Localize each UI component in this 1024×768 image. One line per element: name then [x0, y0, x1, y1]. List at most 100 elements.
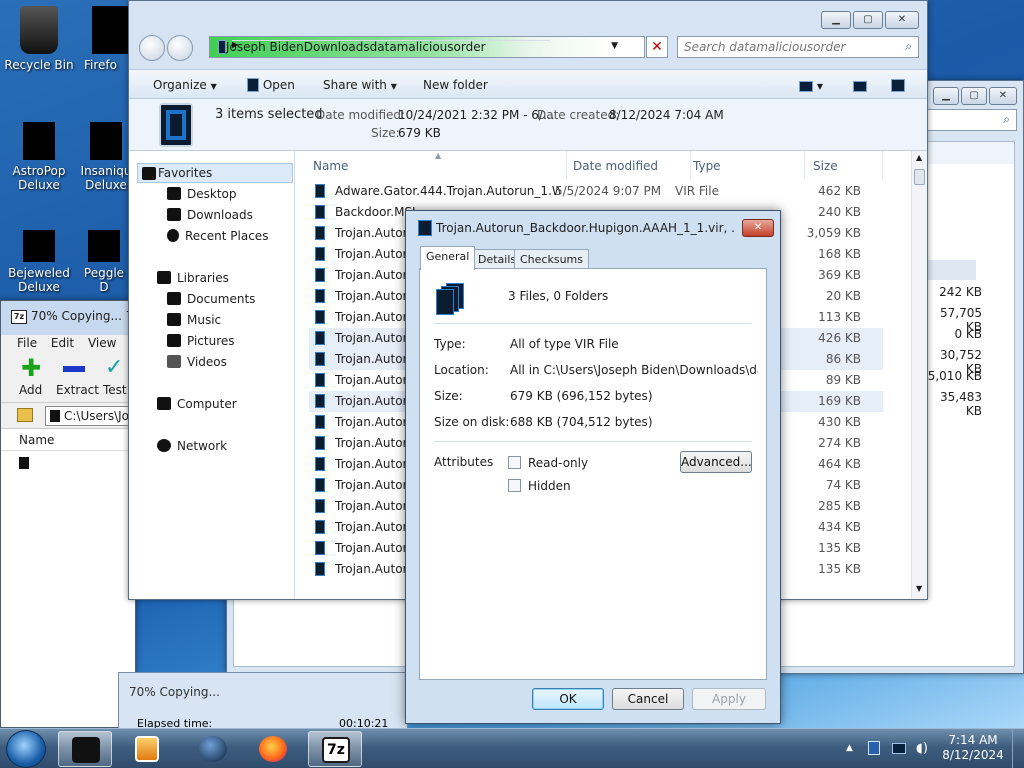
file-row[interactable]: Adware.Gator.444.Trojan.Autorun_1.Wor...…: [309, 181, 883, 202]
forward-button[interactable]: [167, 35, 193, 61]
column-size[interactable]: Size: [813, 151, 883, 179]
vir-file-icon: [315, 310, 325, 324]
hidden-label[interactable]: Hidden: [528, 479, 571, 493]
desktop-icon-astropop[interactable]: AstroPop Deluxe: [2, 122, 76, 192]
read-only-checkbox[interactable]: [508, 456, 521, 469]
tab-checksums[interactable]: Checksums: [514, 249, 589, 269]
test-button[interactable]: Test: [103, 383, 127, 397]
add-button[interactable]: Add: [19, 383, 42, 397]
taskbar-7zip[interactable]: 7z: [308, 731, 362, 767]
help-icon[interactable]: [891, 78, 905, 92]
view-options-icon[interactable]: ▼: [799, 78, 823, 92]
vir-file-icon: [315, 394, 325, 408]
desktop-icon-firefox[interactable]: Firefo: [84, 6, 134, 72]
read-only-label[interactable]: Read-only: [528, 456, 588, 470]
cancel-button[interactable]: Cancel: [612, 688, 684, 710]
address-bar[interactable]: ▶ Joseph Biden ▶ Downloads ▶ datamaliciousord…: [209, 36, 668, 58]
list-item[interactable]: [19, 457, 29, 469]
show-desktop-button[interactable]: [1012, 729, 1024, 768]
network-icon[interactable]: [892, 743, 906, 754]
pictures-icon: [167, 334, 181, 347]
desktop-icon-recycle-bin[interactable]: Recycle Bin: [2, 6, 76, 72]
nav-favorites[interactable]: Favorites: [137, 163, 293, 183]
minimize-button[interactable]: ▁: [933, 87, 959, 105]
nav-recent-places[interactable]: Recent Places: [167, 229, 268, 243]
extract-button[interactable]: Extract: [56, 383, 99, 397]
highlight-row: [924, 260, 976, 280]
apply-button[interactable]: Apply: [692, 688, 766, 710]
open-button[interactable]: Open: [247, 78, 295, 92]
new-folder-button[interactable]: New folder: [423, 78, 488, 92]
divider: [434, 323, 752, 324]
desktop-icon-bejeweled[interactable]: Bejeweled Deluxe: [2, 230, 76, 294]
nav-videos[interactable]: Videos: [167, 355, 227, 369]
preview-pane-icon[interactable]: [853, 78, 867, 92]
taskbar-explorer[interactable]: [58, 731, 112, 767]
location-value[interactable]: All in C:\Users\Joseph Biden\Downloads\d…: [510, 363, 758, 377]
7zip-window[interactable]: 7z 70% Copying... 7-2 File Edit View F ✚…: [0, 300, 137, 728]
nav-desktop[interactable]: Desktop: [167, 187, 237, 201]
share-with-button[interactable]: Share with ▼: [323, 78, 397, 92]
close-button[interactable]: ✕: [989, 87, 1017, 105]
vir-file-icon: [315, 184, 325, 198]
taskbar-app[interactable]: [186, 731, 240, 767]
taskbar-media-player[interactable]: [122, 731, 176, 767]
folder-up-icon[interactable]: [17, 408, 33, 422]
file-size: 5,010 KB: [927, 369, 982, 383]
tab-general[interactable]: General: [420, 246, 476, 270]
advanced-button[interactable]: Advanced...: [680, 451, 752, 473]
scroll-up-icon[interactable]: ▲: [916, 153, 922, 162]
breadcrumb-item[interactable]: datamaliciousorder: [370, 40, 486, 54]
close-button[interactable]: ✕: [742, 219, 774, 237]
search-input[interactable]: Search datamaliciousorder ⌕: [677, 36, 919, 58]
column-date-modified[interactable]: Date modified: [573, 151, 691, 179]
size-label: Size:: [371, 126, 400, 140]
file-size: 35,483 KB: [940, 390, 982, 418]
nav-libraries[interactable]: Libraries: [157, 271, 229, 285]
minimize-button[interactable]: ▁: [821, 11, 851, 29]
start-button[interactable]: [6, 730, 46, 768]
back-button[interactable]: [139, 35, 165, 61]
hidden-checkbox[interactable]: [508, 479, 521, 492]
desktop-icon-label: Bejeweled Deluxe: [8, 266, 70, 294]
nav-network[interactable]: Network: [157, 439, 227, 453]
desktop-icon-insaniquarium[interactable]: Insaniqu Deluxe: [80, 122, 132, 192]
nav-pictures[interactable]: Pictures: [167, 334, 235, 348]
desktop-icon-peggle[interactable]: Peggle D: [78, 230, 130, 294]
nav-documents[interactable]: Documents: [167, 292, 255, 306]
scrollbar-thumb[interactable]: [914, 169, 925, 185]
close-button[interactable]: ✕: [885, 11, 919, 29]
maximize-button[interactable]: ▢: [961, 87, 987, 105]
scroll-down-icon[interactable]: ▼: [916, 584, 922, 593]
maximize-button[interactable]: ▢: [853, 11, 883, 29]
vertical-scrollbar[interactable]: ▲ ▼: [911, 151, 927, 599]
path-input[interactable]: C:\Users\Jo: [45, 406, 135, 426]
navigation-pane: Favorites Desktop Downloads Recent Place…: [129, 151, 295, 599]
peggle-icon: [88, 230, 120, 262]
nav-downloads[interactable]: Downloads: [167, 208, 253, 222]
menu-bar[interactable]: File Edit View F: [1, 335, 137, 353]
taskbar-firefox[interactable]: [246, 731, 300, 767]
desktop-icon-label: Firefo: [84, 58, 117, 72]
stop-icon[interactable]: ✕: [646, 36, 668, 58]
clock[interactable]: 7:14 AM 8/12/2024: [938, 733, 1008, 763]
chevron-down-icon[interactable]: ▼: [611, 41, 618, 51]
nav-music[interactable]: Music: [167, 313, 221, 327]
breadcrumb-item[interactable]: Downloads: [304, 40, 370, 54]
column-name[interactable]: Name: [1, 429, 135, 451]
organize-button[interactable]: Organize ▼: [153, 78, 217, 92]
copying-progress-window[interactable]: 70% Copying... Elapsed time: 00:10:21: [118, 672, 408, 732]
volume-icon[interactable]: ◖): [916, 741, 928, 756]
search-icon[interactable]: ⌕: [905, 39, 912, 54]
tray-overflow-icon[interactable]: ▲: [846, 743, 853, 753]
ok-button[interactable]: OK: [532, 688, 604, 710]
properties-dialog[interactable]: Trojan.Autorun_Backdoor.Hupigon.AAAH_1_1…: [405, 210, 781, 724]
nav-computer[interactable]: Computer: [157, 397, 237, 411]
command-bar: Organize ▼ Open Share with ▼ New folder …: [129, 69, 927, 99]
toolbar: ✚ Add Extract ✓ Test: [1, 353, 135, 403]
action-center-icon[interactable]: [868, 741, 880, 755]
search-box[interactable]: ⌕: [917, 109, 1017, 131]
column-type[interactable]: Type: [693, 151, 805, 179]
file-size: 20 KB: [825, 289, 861, 303]
date-created-value: 8/12/2024 7:04 AM: [609, 108, 724, 122]
